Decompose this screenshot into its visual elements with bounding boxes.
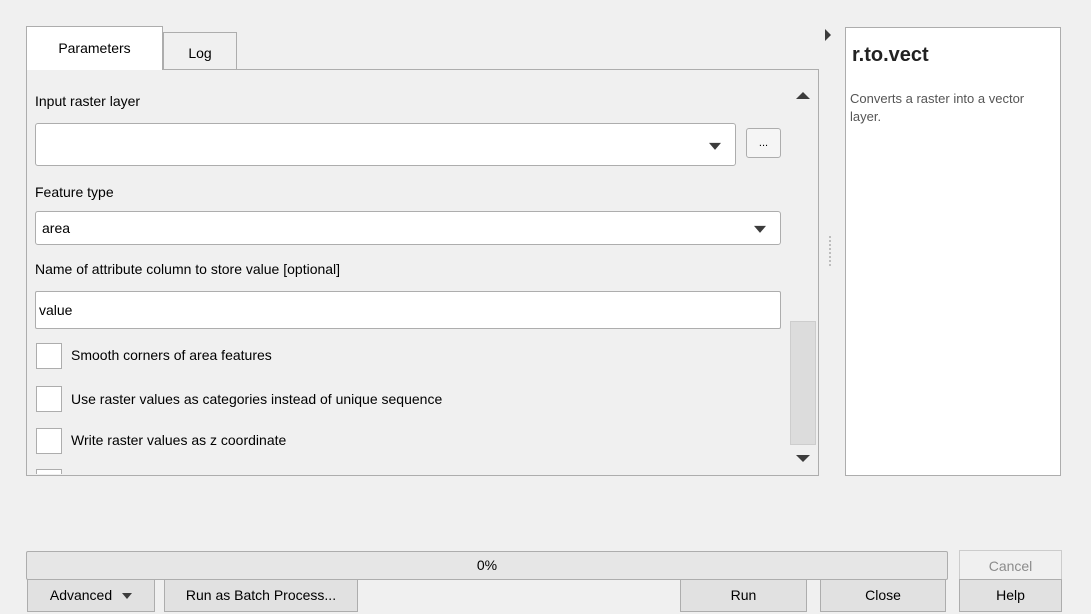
raster-categories-checkbox[interactable] [36,386,62,412]
input-raster-label: Input raster layer [35,93,141,109]
scroll-up-icon[interactable] [796,92,810,99]
input-raster-combo[interactable] [35,123,736,166]
z-coordinate-checkbox[interactable] [36,428,62,454]
feature-type-label: Feature type [35,184,114,200]
help-panel: r.to.vect Converts a raster into a vecto… [845,27,1061,476]
run-batch-button[interactable]: Run as Batch Process... [164,579,358,612]
feature-type-value: area [42,220,71,236]
chevron-down-icon [709,142,721,150]
progress-text: 0% [476,557,498,573]
chevron-down-icon [122,593,133,600]
help-title: r.to.vect [852,44,929,66]
advanced-label: Advanced [49,587,113,603]
collapse-arrow-icon[interactable] [825,29,831,41]
run-button[interactable]: Run [680,579,807,612]
tab-log-label: Log [188,45,212,61]
scroll-down-icon[interactable] [796,455,810,462]
progress-bar: 0% [26,551,948,580]
smooth-corners-checkbox[interactable] [36,343,62,369]
smooth-corners-label: Smooth corners of area features [71,347,272,363]
advanced-button[interactable]: Advanced [27,579,155,612]
tab-parameters-label: Parameters [58,40,131,56]
attr-column-value: value [39,302,73,318]
attr-column-input[interactable]: value [35,291,781,329]
help-description: Converts a raster into a vector layer. [850,91,1025,124]
help-button[interactable]: Help [959,579,1062,612]
tab-parameters[interactable]: Parameters [26,26,163,70]
raster-categories-label: Use raster values as categories instead … [71,391,443,407]
scroll-thumb[interactable] [790,321,816,445]
close-button[interactable]: Close [820,579,946,612]
chevron-down-icon [754,225,766,233]
attr-column-label: Name of attribute column to store value … [35,261,341,277]
feature-type-combo[interactable]: area [35,211,781,245]
tab-log[interactable]: Log [163,32,237,70]
z-coordinate-label: Write raster values as z coordinate [71,432,287,448]
browse-raster-button[interactable]: ... [746,128,781,158]
splitter-handle[interactable] [829,236,831,266]
next-checkbox-partial [36,469,62,474]
